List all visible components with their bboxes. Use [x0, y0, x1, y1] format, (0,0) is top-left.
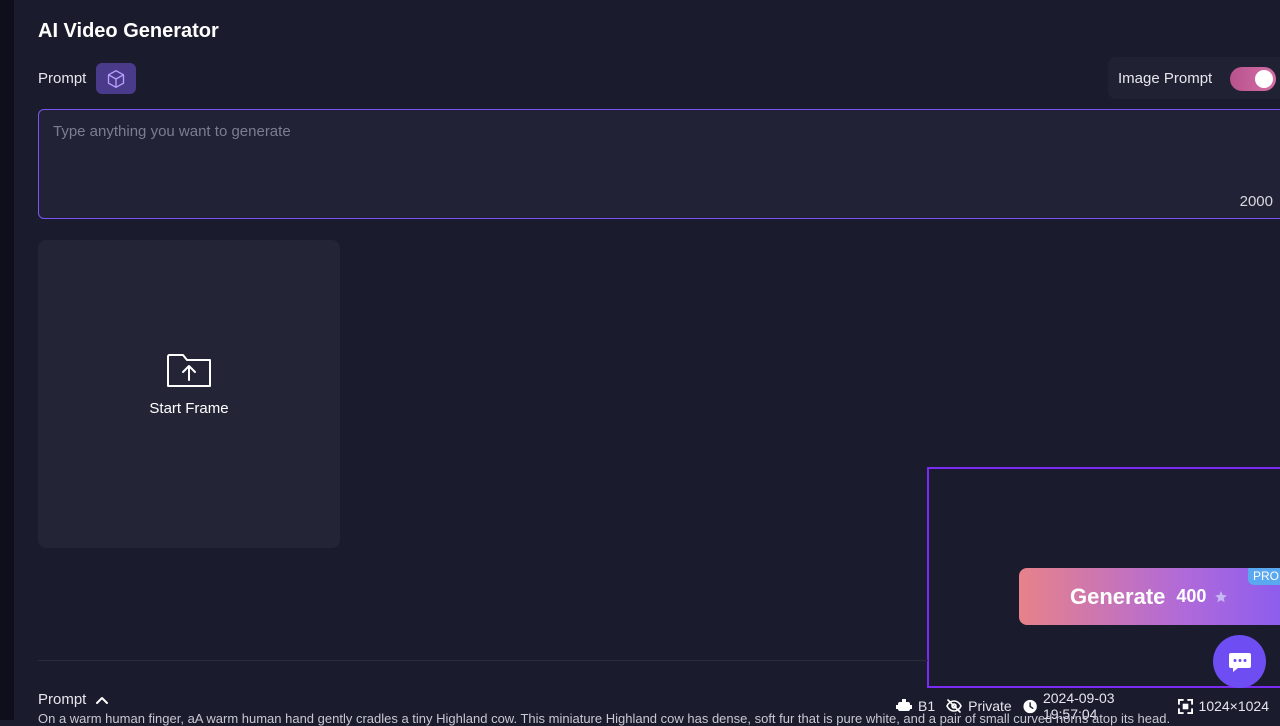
- start-frame-upload[interactable]: Start Frame: [38, 240, 340, 548]
- history-prompt-text: On a warm human finger, aA warm human ha…: [38, 711, 1171, 726]
- generate-button[interactable]: Generate 400: [1019, 568, 1280, 625]
- star-icon: [1215, 590, 1228, 602]
- image-prompt-toggle[interactable]: [1230, 67, 1276, 91]
- history-prompt-toggle[interactable]: Prompt: [38, 691, 109, 708]
- prompt-area: 2000: [38, 109, 1280, 219]
- chat-button[interactable]: [1213, 635, 1266, 688]
- image-prompt-label: Image Prompt: [1118, 70, 1213, 87]
- left-rail: [0, 0, 14, 720]
- cube-icon: [107, 69, 125, 88]
- generate-label: Generate: [1070, 583, 1166, 609]
- page-title: AI Video Generator: [38, 20, 219, 42]
- pro-badge: PRO: [1248, 568, 1280, 585]
- generate-cost: 400: [1176, 586, 1207, 606]
- char-count: 2000: [1239, 193, 1273, 210]
- divider: [38, 660, 928, 661]
- prompt-input[interactable]: [39, 110, 1280, 218]
- chat-icon: [1228, 652, 1251, 672]
- image-prompt-control: Image Prompt: [1108, 57, 1280, 99]
- prompt-label: Prompt: [38, 70, 87, 87]
- start-frame-label: Start Frame: [149, 400, 229, 417]
- folder-upload-icon: [167, 354, 211, 387]
- chevron-up-icon: [96, 696, 109, 704]
- prompt-enhance-button[interactable]: [96, 63, 136, 94]
- toggle-knob: [1255, 70, 1273, 88]
- history-prompt-label: Prompt: [38, 691, 87, 708]
